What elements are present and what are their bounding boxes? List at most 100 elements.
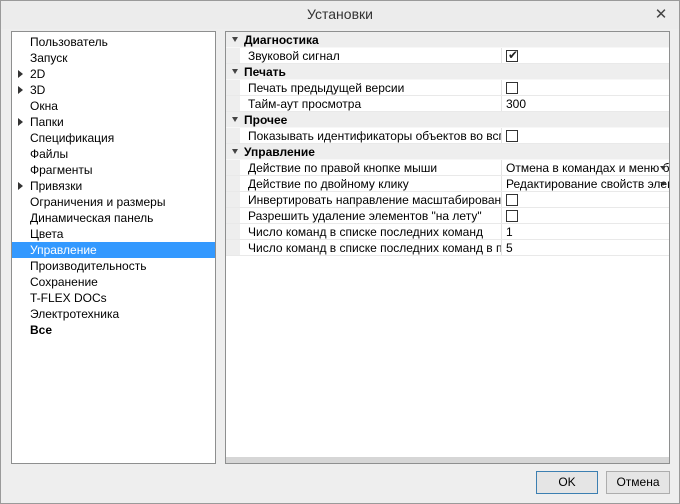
- category-tree[interactable]: Пользователь Запуск 2D 3D Окна Папки Специфика…: [11, 31, 216, 464]
- dropdown-value: Редактирование свойств элемен: [506, 177, 669, 191]
- expand-arrow-icon[interactable]: [18, 86, 23, 94]
- tree-item-label: Динамическая панель: [30, 211, 154, 225]
- tree-item-label: Окна: [30, 99, 58, 113]
- tree-item[interactable]: Пользователь: [12, 34, 215, 50]
- tree-item-label: Папки: [30, 115, 64, 129]
- close-button[interactable]: ✕: [649, 4, 673, 24]
- section-title: Диагностика: [244, 33, 319, 47]
- tree-item[interactable]: Окна: [12, 98, 215, 114]
- tree-item[interactable]: Фрагменты: [12, 162, 215, 178]
- tree-item[interactable]: T-FLEX DOCs: [12, 290, 215, 306]
- expand-arrow-icon[interactable]: [18, 70, 23, 78]
- chevron-down-icon[interactable]: [660, 182, 666, 186]
- property-value-input[interactable]: 5: [502, 240, 669, 255]
- tree-item[interactable]: 3D: [12, 82, 215, 98]
- tree-item[interactable]: Привязки: [12, 178, 215, 194]
- property-name: Разрешить удаление элементов "на лету": [240, 208, 502, 223]
- property-row: Инвертировать направление масштабировани…: [226, 192, 669, 208]
- row-gutter: [226, 240, 240, 255]
- tree-item[interactable]: Папки: [12, 114, 215, 130]
- tree-item[interactable]: Ограничения и размеры: [12, 194, 215, 210]
- section-header[interactable]: Управление: [226, 144, 669, 160]
- property-row: Действие по двойному клику Редактирование…: [226, 176, 669, 192]
- tree-item[interactable]: Динамическая панель: [12, 210, 215, 226]
- row-gutter: [226, 192, 240, 207]
- tree-item[interactable]: Запуск: [12, 50, 215, 66]
- expand-arrow-icon[interactable]: [18, 118, 23, 126]
- property-dropdown[interactable]: Отмена в командах и меню без к: [502, 160, 669, 175]
- property-name: Действие по правой кнопке мыши: [240, 160, 502, 175]
- tree-item[interactable]: Все: [12, 322, 215, 338]
- section-title: Прочее: [244, 113, 288, 127]
- tree-item-label: Все: [30, 323, 53, 337]
- collapse-arrow-icon[interactable]: [232, 149, 238, 154]
- tree-item-label: Ограничения и размеры: [30, 195, 166, 209]
- row-gutter: [226, 176, 240, 191]
- row-gutter: [226, 128, 240, 143]
- property-checkbox[interactable]: [506, 194, 518, 206]
- collapse-arrow-icon[interactable]: [232, 69, 238, 74]
- tree-item[interactable]: Спецификация: [12, 130, 215, 146]
- tree-item[interactable]: Файлы: [12, 146, 215, 162]
- section-title: Управление: [244, 145, 315, 159]
- tree-item-label: Спецификация: [30, 131, 115, 145]
- property-value-input[interactable]: 300: [502, 96, 669, 111]
- tree-item-label: Запуск: [30, 51, 68, 65]
- collapse-arrow-icon[interactable]: [232, 37, 238, 42]
- property-grid-body: Диагностика Звуковой сигнал ✔ Печать Печать …: [226, 32, 669, 256]
- property-name: Инвертировать направление масштабировани…: [240, 192, 502, 207]
- property-row: Число команд в списке последних команд 1: [226, 224, 669, 240]
- dropdown-value: Отмена в командах и меню без к: [506, 161, 669, 175]
- title-bar: Установки ✕: [1, 1, 679, 29]
- property-name: Тайм-аут просмотра: [240, 96, 502, 111]
- tree-item-label: Цвета: [30, 227, 64, 241]
- ok-button[interactable]: OK: [536, 471, 598, 494]
- property-grid: Диагностика Звуковой сигнал ✔ Печать Печать …: [225, 31, 670, 464]
- tree-item[interactable]: Производительность: [12, 258, 215, 274]
- section-header[interactable]: Диагностика: [226, 32, 669, 48]
- tree-item-label: Управление: [30, 243, 97, 257]
- tree-item-label: Файлы: [30, 147, 69, 161]
- property-name: Действие по двойному клику: [240, 176, 502, 191]
- close-icon: ✕: [654, 6, 668, 23]
- section-header[interactable]: Прочее: [226, 112, 669, 128]
- property-name: Показывать идентификаторы объектов во вс…: [240, 128, 502, 143]
- horizontal-scrollbar[interactable]: [226, 457, 669, 463]
- property-checkbox[interactable]: ✔: [506, 48, 518, 62]
- property-value-input[interactable]: 1: [502, 224, 669, 239]
- row-gutter: [226, 48, 240, 63]
- tree-item-label: Производительность: [30, 259, 147, 273]
- tree-item[interactable]: Цвета: [12, 226, 215, 242]
- property-row: Звуковой сигнал ✔: [226, 48, 669, 64]
- tree-item[interactable]: Электротехника: [12, 306, 215, 322]
- expand-arrow-icon[interactable]: [18, 182, 23, 190]
- row-gutter: [226, 80, 240, 95]
- tree-item[interactable]: 2D: [12, 66, 215, 82]
- row-gutter: [226, 208, 240, 223]
- settings-dialog: Установки ✕ Пользователь Запуск 2D 3D Окна Па…: [0, 0, 680, 504]
- property-row: Печать предыдущей версии: [226, 80, 669, 96]
- section-header[interactable]: Печать: [226, 64, 669, 80]
- property-row: Действие по правой кнопке мыши Отмена в к…: [226, 160, 669, 176]
- collapse-arrow-icon[interactable]: [232, 117, 238, 122]
- property-checkbox[interactable]: [506, 210, 518, 222]
- tree-item-label: Фрагменты: [30, 163, 93, 177]
- window-title: Установки: [307, 6, 373, 22]
- cancel-button[interactable]: Отмена: [606, 471, 670, 494]
- property-value-cell: ✔: [502, 48, 669, 63]
- tree-item-label: Привязки: [30, 179, 83, 193]
- chevron-down-icon[interactable]: [660, 166, 666, 170]
- property-checkbox[interactable]: [506, 130, 518, 142]
- property-name: Число команд в списке последних команд: [240, 224, 502, 239]
- property-dropdown[interactable]: Редактирование свойств элемен: [502, 176, 669, 191]
- property-name: Печать предыдущей версии: [240, 80, 502, 95]
- property-checkbox[interactable]: [506, 82, 518, 94]
- property-row: Число команд в списке последних команд в…: [226, 240, 669, 256]
- tree-item-label: 2D: [30, 67, 46, 81]
- tree-item-label: Пользователь: [30, 35, 108, 49]
- row-gutter: [226, 96, 240, 111]
- tree-item[interactable]: Сохранение: [12, 274, 215, 290]
- tree-item[interactable]: Управление: [12, 242, 215, 258]
- property-row: Тайм-аут просмотра 300: [226, 96, 669, 112]
- tree-item-label: Сохранение: [30, 275, 98, 289]
